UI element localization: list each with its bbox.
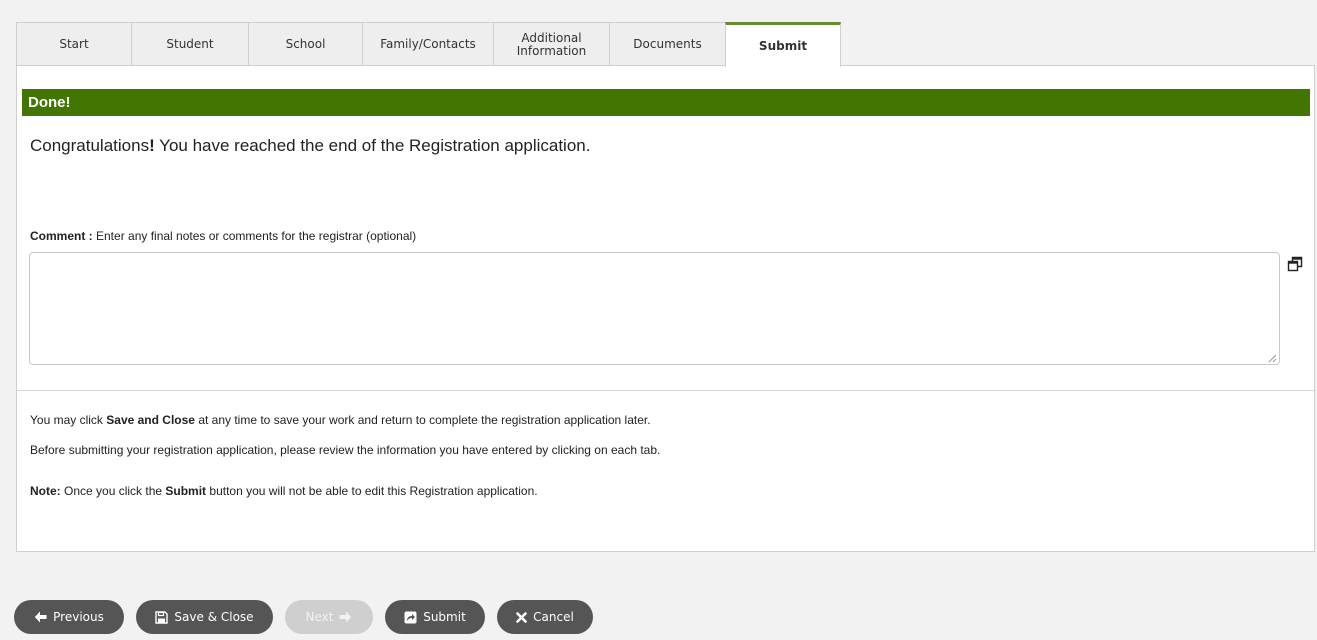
cancel-button[interactable]: Cancel [497, 600, 593, 634]
window-restore-icon[interactable] [1287, 256, 1303, 272]
info-bold: Submit [165, 484, 207, 498]
submit-note: Note: Once you click the Submit button y… [30, 484, 538, 498]
submit-label: Submit [423, 610, 466, 624]
tab-label: Additional Information [516, 30, 587, 58]
next-button[interactable]: Next [285, 600, 373, 634]
save-close-button[interactable]: Save & Close [136, 600, 273, 634]
tab-student[interactable]: Student [131, 22, 248, 66]
review-info: Before submitting your registration appl… [30, 443, 661, 457]
tab-documents[interactable]: Documents [609, 22, 725, 66]
congratulations-message: Congratulations! You have reached the en… [30, 136, 590, 156]
tab-submit[interactable]: Submit [725, 22, 841, 67]
tab-family-contacts[interactable]: Family/Contacts [362, 22, 493, 66]
info-text: You may click [30, 413, 107, 427]
tab-additional-information[interactable]: Additional Information [493, 22, 609, 66]
comment-label-title: Comment : [30, 229, 93, 243]
tab-school[interactable]: School [248, 22, 362, 66]
tab-label: Student [166, 37, 214, 51]
cancel-label: Cancel [533, 610, 574, 624]
tab-bar: Start Student School Family/Contacts Add… [16, 22, 841, 67]
tab-label: School [285, 37, 326, 51]
tab-label: Documents [633, 37, 702, 51]
registration-page: Start Student School Family/Contacts Add… [0, 0, 1317, 640]
x-icon [516, 611, 527, 623]
comment-label-hint: Enter any final notes or comments for th… [92, 229, 417, 243]
tab-label-line2: Information [516, 43, 587, 58]
tab-start[interactable]: Start [16, 22, 131, 66]
resize-grip-icon[interactable] [1267, 353, 1277, 363]
submit-button[interactable]: Submit [385, 600, 485, 634]
save-close-info: You may click Save and Close at any time… [30, 413, 651, 427]
divider [17, 390, 1314, 391]
tab-label: Start [59, 37, 89, 51]
congrats-rest: You have reached the end of the Registra… [154, 136, 591, 155]
tab-label-line1: Additional [521, 30, 582, 45]
tab-label: Submit [758, 38, 808, 53]
previous-button[interactable]: Previous [14, 600, 124, 634]
next-label: Next [305, 610, 334, 624]
previous-label: Previous [53, 610, 104, 624]
action-buttons: Previous Save & Close Next Submit Cancel [14, 600, 593, 634]
info-text: button you will not be able to edit this… [206, 484, 538, 498]
info-bold: Save and Close [106, 413, 195, 427]
arrow-right-icon [339, 611, 352, 623]
info-text: Once you click the [60, 484, 166, 498]
congrats-word: Congratulations [30, 136, 150, 155]
comment-textarea[interactable] [29, 252, 1280, 365]
done-header: Done! [22, 89, 1310, 116]
note-label: Note: [30, 484, 61, 498]
arrow-left-icon [34, 611, 47, 623]
info-text: at any time to save your work and return… [194, 413, 651, 427]
share-arrow-icon [404, 611, 417, 623]
submit-panel: Done! Congratulations! You have reached … [16, 65, 1315, 552]
tab-label: Family/Contacts [380, 37, 476, 51]
floppy-disk-icon [155, 610, 169, 624]
comment-label: Comment : Enter any final notes or comme… [30, 229, 416, 243]
save-close-label: Save & Close [174, 610, 254, 624]
